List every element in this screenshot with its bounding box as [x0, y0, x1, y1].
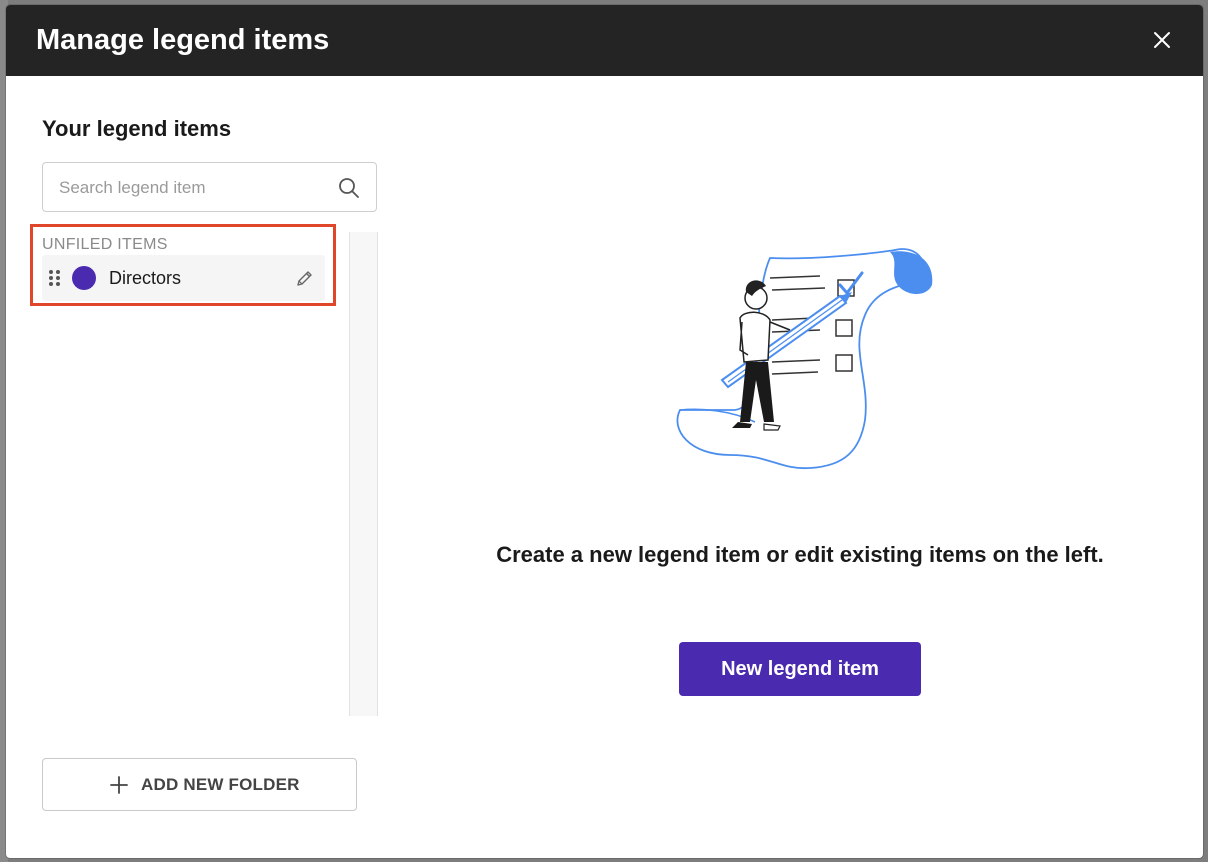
manage-legend-dialog: Manage legend items Your legend items UN… [6, 5, 1203, 858]
add-folder-label: ADD NEW FOLDER [141, 775, 300, 794]
search-input[interactable] [59, 175, 329, 201]
drag-handle-icon[interactable] [49, 270, 61, 286]
legend-color-swatch [72, 266, 96, 290]
sidebar-title: Your legend items [42, 116, 232, 141]
add-new-folder-button[interactable]: ADD NEW FOLDER [42, 758, 357, 811]
person-with-checklist-illustration [660, 240, 940, 476]
empty-state-message: Create a new legend item or edit existin… [496, 542, 1104, 567]
legend-item-directors[interactable]: Directors [42, 255, 325, 301]
search-box [42, 162, 377, 212]
dialog-title: Manage legend items [36, 24, 330, 56]
legend-list: UNFILED ITEMS Directors [42, 232, 379, 716]
pencil-icon[interactable] [295, 268, 315, 288]
list-scrollbar[interactable] [349, 232, 378, 716]
close-icon[interactable] [1147, 25, 1177, 55]
dialog-header: Manage legend items [6, 5, 1203, 76]
legend-item-label: Directors [109, 268, 182, 288]
new-legend-item-button[interactable]: New legend item [679, 642, 921, 696]
search-icon[interactable] [338, 177, 360, 199]
group-label-unfiled: UNFILED ITEMS [42, 236, 168, 253]
plus-icon [109, 775, 129, 795]
